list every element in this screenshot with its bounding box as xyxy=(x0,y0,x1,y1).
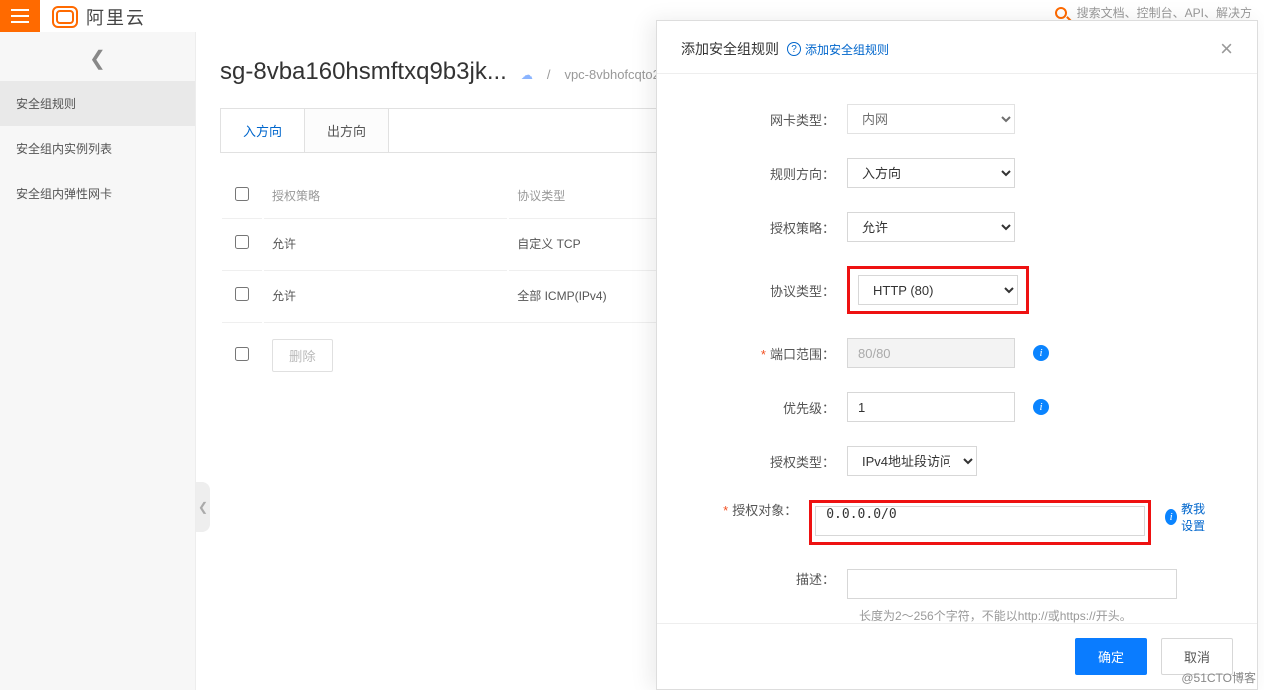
field-policy: 授权策略： 允许 xyxy=(677,212,1217,242)
col-policy: 授权策略 xyxy=(264,175,507,216)
tab-inbound[interactable]: 入方向 xyxy=(221,109,305,152)
dialog-help-text: 添加安全组规则 xyxy=(805,41,889,58)
sidebar-item-rules[interactable]: 安全组规则 xyxy=(0,81,195,126)
security-group-title: sg-8vba160hsmftxq9b3jk... xyxy=(220,58,507,86)
footer-checkbox[interactable] xyxy=(235,347,249,361)
direction-select[interactable]: 入方向 xyxy=(847,158,1015,188)
top-search-text[interactable]: 搜索文档、控制台、API、解决方 xyxy=(1077,4,1252,21)
aliyun-logo-icon xyxy=(52,6,78,28)
direction-label: 规则方向： xyxy=(677,164,847,183)
dialog-title: 添加安全组规则 xyxy=(681,39,779,59)
auth-object-highlight-box: 0.0.0.0/0 xyxy=(809,500,1151,545)
priority-info-icon[interactable]: i xyxy=(1033,399,1049,415)
description-label: 描述： xyxy=(677,569,847,588)
sidebar-item-label: 安全组内实例列表 xyxy=(16,142,112,156)
search-icon[interactable] xyxy=(1055,7,1067,19)
confirm-label: 确定 xyxy=(1098,650,1124,665)
tab-label: 出方向 xyxy=(327,124,366,139)
cell-policy: 允许 xyxy=(264,218,507,268)
field-description: 描述： xyxy=(677,569,1217,599)
field-direction: 规则方向： 入方向 xyxy=(677,158,1217,188)
field-protocol: 协议类型： HTTP (80) xyxy=(677,266,1217,314)
delete-button[interactable]: 删除 xyxy=(272,339,333,372)
protocol-label: 协议类型： xyxy=(677,281,847,300)
row-checkbox[interactable] xyxy=(235,235,249,249)
auth-type-label: 授权类型： xyxy=(677,452,847,471)
select-all-checkbox[interactable] xyxy=(235,187,249,201)
dialog-header: 添加安全组规则 ? 添加安全组规则 × xyxy=(657,21,1257,74)
logo-text: 阿里云 xyxy=(86,4,146,30)
watermark: @51CTO博客 xyxy=(1181,669,1256,686)
cell-policy: 允许 xyxy=(264,270,507,320)
protocol-select[interactable]: HTTP (80) xyxy=(858,275,1018,305)
sidebar-item-label: 安全组规则 xyxy=(16,97,76,111)
sidebar-back-icon[interactable]: ❮ xyxy=(0,32,195,81)
policy-label: 授权策略： xyxy=(677,218,847,237)
priority-label: 优先级： xyxy=(677,398,847,417)
nic-type-label: 网卡类型： xyxy=(677,110,847,129)
tab-label: 入方向 xyxy=(243,124,282,139)
row-checkbox[interactable] xyxy=(235,287,249,301)
auth-object-input[interactable]: 0.0.0.0/0 xyxy=(815,506,1145,536)
description-input[interactable] xyxy=(847,569,1177,599)
sidebar-item-instances[interactable]: 安全组内实例列表 xyxy=(0,126,195,171)
teach-me-text: 教我设置 xyxy=(1181,500,1217,534)
confirm-button[interactable]: 确定 xyxy=(1075,638,1147,675)
field-nic-type: 网卡类型： 内网 xyxy=(677,104,1217,134)
port-info-icon[interactable]: i xyxy=(1033,345,1049,361)
hamburger-menu-icon[interactable] xyxy=(0,0,40,32)
field-auth-object: *授权对象： 0.0.0.0/0 i 教我设置 xyxy=(677,500,1217,545)
help-icon: ? xyxy=(787,42,801,56)
left-sidebar: ❮ 安全组规则 安全组内实例列表 安全组内弹性网卡 ❮ xyxy=(0,32,196,690)
dialog-body: 网卡类型： 内网 规则方向： 入方向 授权策略： 允许 协议类型： HTTP (… xyxy=(657,74,1257,650)
tab-outbound[interactable]: 出方向 xyxy=(305,109,389,152)
auth-type-select[interactable]: IPv4地址段访问 xyxy=(847,446,977,476)
breadcrumb-sep: / xyxy=(547,67,551,82)
cancel-label: 取消 xyxy=(1184,650,1210,665)
field-priority: 优先级： i xyxy=(677,392,1217,422)
logo[interactable]: 阿里云 xyxy=(52,4,146,30)
nic-type-select: 内网 xyxy=(847,104,1015,134)
add-rule-dialog: 添加安全组规则 ? 添加安全组规则 × 网卡类型： 内网 规则方向： 入方向 授… xyxy=(656,20,1258,690)
sidebar-item-label: 安全组内弹性网卡 xyxy=(16,187,112,201)
port-range-input xyxy=(847,338,1015,368)
teach-me-link[interactable]: i 教我设置 xyxy=(1165,500,1217,534)
auth-object-label: *授权对象： xyxy=(677,500,809,519)
close-icon[interactable]: × xyxy=(1220,42,1233,56)
top-right-links: 搜索文档、控制台、API、解决方 xyxy=(1055,4,1252,21)
field-auth-type: 授权类型： IPv4地址段访问 xyxy=(677,446,1217,476)
dialog-footer: 确定 取消 xyxy=(657,623,1257,689)
delete-button-label: 删除 xyxy=(289,349,316,364)
description-hint: 长度为2～256个字符，不能以http://或https://开头。 xyxy=(859,607,1217,624)
sidebar-item-eni[interactable]: 安全组内弹性网卡 xyxy=(0,171,195,216)
policy-select[interactable]: 允许 xyxy=(847,212,1015,242)
field-port-range: *端口范围： i xyxy=(677,338,1217,368)
info-icon: i xyxy=(1165,509,1177,525)
port-range-label: *端口范围： xyxy=(677,344,847,363)
protocol-highlight-box: HTTP (80) xyxy=(847,266,1029,314)
dialog-help-link[interactable]: ? 添加安全组规则 xyxy=(787,41,889,58)
priority-input[interactable] xyxy=(847,392,1015,422)
cloud-icon: ☁ xyxy=(521,68,533,82)
